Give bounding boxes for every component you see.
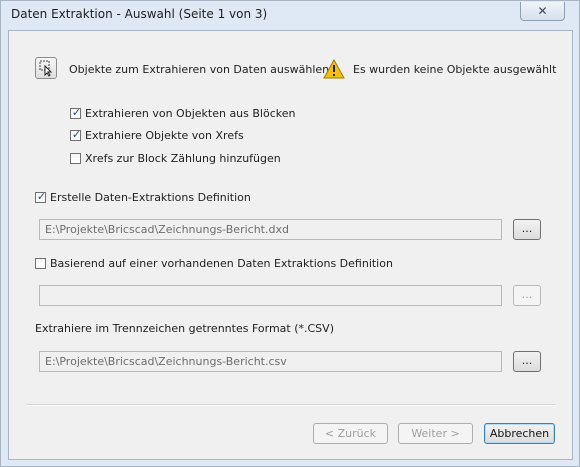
checkmark-icon: ✓	[71, 128, 82, 141]
select-objects-label: Objekte zum Extrahieren von Daten auswäh…	[69, 63, 333, 76]
option-label: Extrahieren von Objekten aus Blöcken	[85, 107, 296, 120]
close-button[interactable]: ✕	[520, 2, 565, 21]
checkbox-create-definition[interactable]: ✓	[35, 190, 47, 203]
back-button[interactable]: < Zurück	[313, 423, 388, 444]
warning-text: Es wurden keine Objekte ausgewählt	[353, 63, 557, 76]
csv-label: Extrahiere im Trennzeichen getrenntes Fo…	[35, 322, 334, 335]
select-objects-button[interactable]	[35, 57, 57, 79]
separator	[26, 404, 556, 406]
dialog-client: Objekte zum Extrahieren von Daten auswäh…	[8, 30, 573, 460]
browse-dxd-button[interactable]: ...	[513, 219, 541, 240]
next-button[interactable]: Weiter >	[398, 423, 473, 444]
checkbox-extract-from-blocks[interactable]: ✓	[70, 106, 82, 119]
option-label: Extrahiere Objekte von Xrefs	[85, 129, 244, 142]
checkmark-icon: ✓	[71, 106, 82, 119]
checkbox-existing-definition[interactable]	[35, 258, 46, 269]
checkbox-xrefs-block-count[interactable]	[70, 153, 81, 164]
existing-definition-field[interactable]	[39, 285, 502, 306]
cancel-button[interactable]: Abbrechen	[484, 423, 555, 444]
warning-icon	[323, 59, 345, 79]
browse-existing-button[interactable]: ...	[513, 285, 541, 306]
option-label: Xrefs zur Block Zählung hinzufügen	[85, 152, 281, 165]
title-bar[interactable]: Daten Extraktion - Auswahl (Seite 1 von …	[1, 1, 579, 28]
close-icon: ✕	[537, 4, 548, 18]
checkbox-extract-from-xrefs[interactable]: ✓	[70, 128, 82, 141]
window-title: Daten Extraktion - Auswahl (Seite 1 von …	[11, 7, 268, 21]
dialog-window: Daten Extraktion - Auswahl (Seite 1 von …	[0, 0, 580, 467]
existing-definition-label: Basierend auf einer vorhandenen Daten Ex…	[50, 257, 393, 270]
csv-path-field[interactable]: E:\Projekte\Bricscad\Zeichnungs-Bericht.…	[39, 351, 502, 372]
browse-csv-button[interactable]: ...	[513, 351, 541, 372]
create-definition-label: Erstelle Daten-Extraktions Definition	[50, 191, 251, 204]
checkmark-icon: ✓	[36, 190, 47, 203]
dxd-path-field[interactable]: E:\Projekte\Bricscad\Zeichnungs-Bericht.…	[39, 219, 502, 240]
select-cursor-icon	[39, 60, 53, 77]
